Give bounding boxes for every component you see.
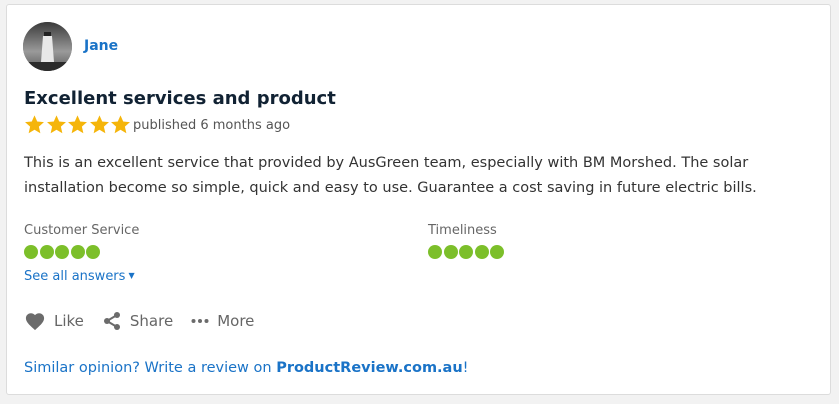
write-review-link[interactable]: Similar opinion? Write a review on <box>24 360 276 376</box>
rating-dot <box>24 245 38 259</box>
review-card: Jane Excellent services and product publ… <box>6 4 831 395</box>
rating-dots-timeliness <box>428 245 506 259</box>
share-button[interactable]: Share <box>102 311 173 331</box>
review-body: This is an excellent service that provid… <box>24 155 757 196</box>
share-icon <box>103 312 120 330</box>
action-bar: Like Share More <box>24 311 272 331</box>
see-all-answers-link[interactable]: See all answers ▼ <box>24 269 135 284</box>
reviewer-name[interactable]: Jane <box>84 38 118 54</box>
rating-dot <box>428 245 442 259</box>
published-time: published 6 months ago <box>133 118 291 133</box>
rating-dot <box>70 245 85 259</box>
rating-dot <box>86 245 100 259</box>
rating-dot <box>459 245 473 259</box>
like-label: Like <box>54 312 84 330</box>
rating-dot <box>39 245 54 259</box>
productreview-link[interactable]: ProductReview.com.au <box>276 360 462 376</box>
star-icon <box>89 115 109 134</box>
rating-dot <box>443 245 458 259</box>
caret-down-icon: ▼ <box>128 271 135 280</box>
rating-dot <box>55 245 69 259</box>
like-button[interactable]: Like <box>24 311 84 331</box>
ellipsis-icon <box>191 319 209 323</box>
star-icon <box>25 115 44 134</box>
lighthouse-photo <box>23 22 72 71</box>
star-icon <box>46 115 66 134</box>
rating-label-timeliness: Timeliness <box>428 223 497 238</box>
rating-dot <box>490 245 504 259</box>
rating-dots-customer-service <box>24 245 102 259</box>
more-label: More <box>217 312 255 330</box>
share-label: Share <box>129 312 174 330</box>
rating-label-customer-service: Customer Service <box>24 223 140 238</box>
avatar[interactable] <box>23 22 72 71</box>
more-button[interactable]: More <box>191 312 254 330</box>
review-title: Excellent services and product <box>24 88 336 109</box>
star-icon <box>111 115 130 134</box>
see-all-answers-label: See all answers <box>24 269 126 284</box>
footer-suffix: ! <box>462 360 469 376</box>
footer-cta: Similar opinion? Write a review on Produ… <box>24 360 469 376</box>
rating-dot <box>474 245 489 259</box>
heart-icon <box>25 313 45 331</box>
star-rating <box>24 114 132 138</box>
star-icon <box>68 115 87 134</box>
